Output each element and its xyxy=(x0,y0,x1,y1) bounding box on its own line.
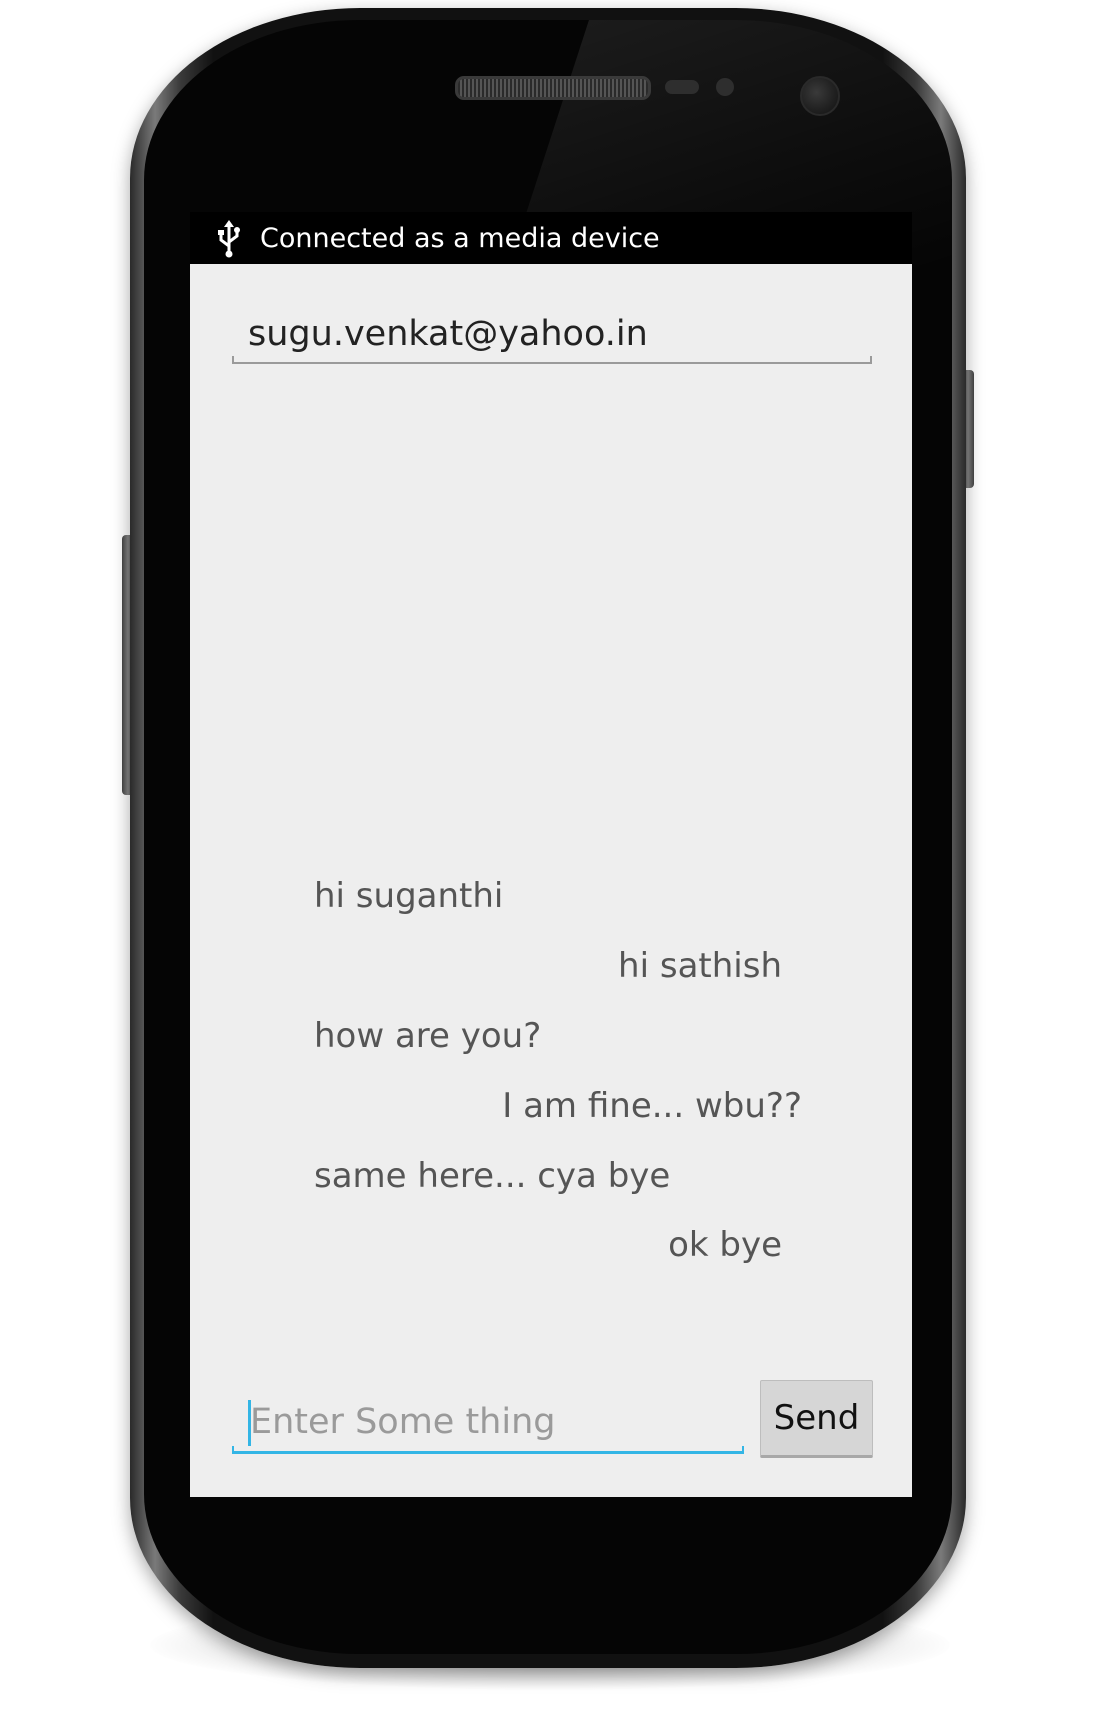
device-mockup: Connected as a media device sugu.venkat@… xyxy=(0,0,1101,1709)
input-underline xyxy=(232,1446,744,1454)
message-item: hi sathish xyxy=(618,946,782,986)
message-item: ok bye xyxy=(668,1225,782,1265)
message-item: same here... cya bye xyxy=(314,1156,671,1196)
message-list: hi suganthi hi sathish how are you? I am… xyxy=(190,212,912,1497)
message-item: I am fine... wbu?? xyxy=(502,1086,802,1126)
send-button[interactable]: Send xyxy=(760,1380,873,1458)
message-item: hi suganthi xyxy=(314,876,504,916)
earpiece-speaker xyxy=(455,76,651,100)
light-sensor xyxy=(716,78,734,96)
message-input-placeholder: Enter Some thing xyxy=(250,1402,556,1442)
message-input[interactable]: Enter Some thing xyxy=(232,1392,744,1454)
app-screen: Connected as a media device sugu.venkat@… xyxy=(190,212,912,1497)
message-item: how are you? xyxy=(314,1016,542,1056)
front-camera xyxy=(800,76,840,116)
proximity-sensor xyxy=(665,80,699,94)
